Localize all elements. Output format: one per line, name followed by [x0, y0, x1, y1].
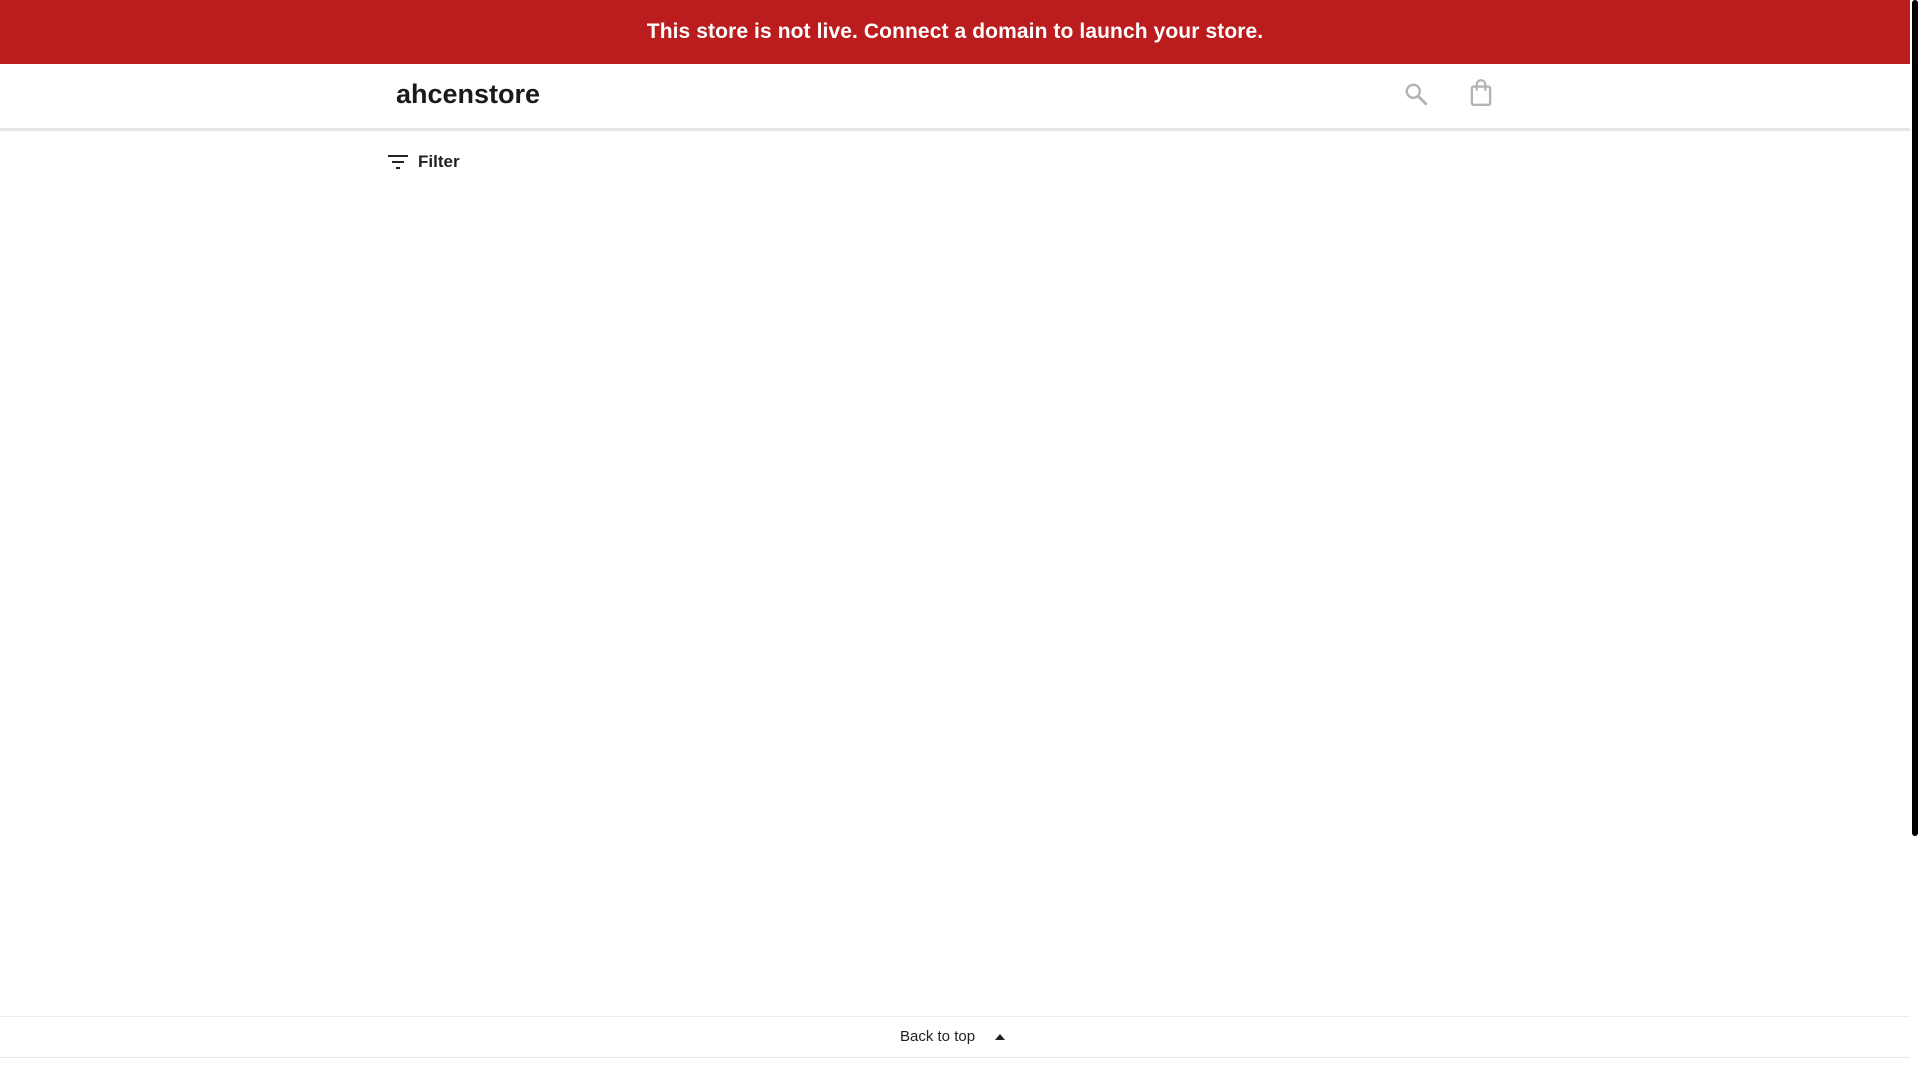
store-name-link[interactable]: ahcenstore	[396, 79, 540, 110]
announcement-bar: This store is not live. Connect a domain…	[0, 0, 1910, 64]
announcement-text: This store is not live. Connect a domain…	[646, 20, 1264, 43]
caret-up-icon	[995, 1033, 1006, 1040]
search-button[interactable]	[1401, 79, 1431, 109]
footer-bar: Back to top	[0, 1016, 1910, 1058]
search-icon	[1405, 83, 1428, 106]
filter-icon	[388, 155, 408, 169]
content-area: This store is not live. Connect a domain…	[0, 0, 1910, 1080]
filter-button[interactable]: Filter	[388, 152, 460, 172]
back-to-top-button[interactable]: Back to top	[900, 1028, 1006, 1045]
filter-label: Filter	[418, 152, 460, 171]
site-header: ahcenstore	[0, 64, 1910, 131]
cart-button[interactable]	[1466, 78, 1496, 108]
page: This store is not live. Connect a domain…	[0, 0, 1920, 1080]
back-to-top-label: Back to top	[900, 1028, 976, 1045]
scrollbar-thumb[interactable]	[1912, 0, 1918, 836]
shopping-bag-icon	[1470, 79, 1492, 106]
